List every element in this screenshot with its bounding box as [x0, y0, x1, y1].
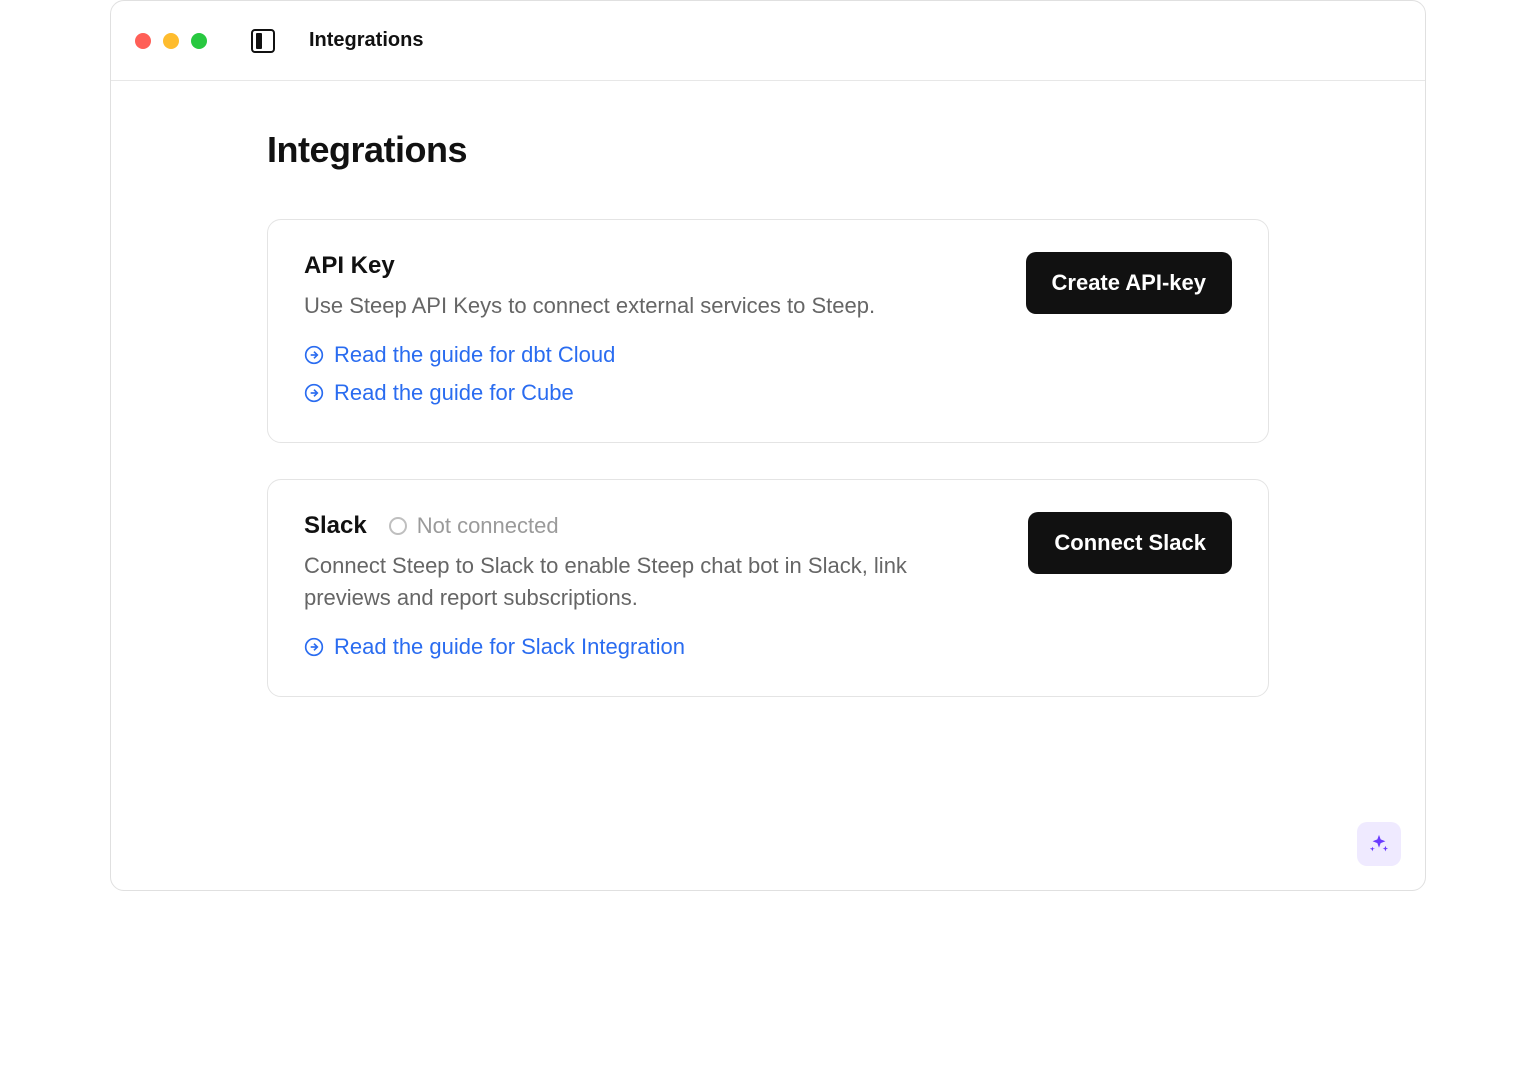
window-minimize-button[interactable] [163, 33, 179, 49]
slack-status-label: Not connected [417, 513, 559, 539]
card-body: Slack Not connected Connect Steep to Sla… [304, 512, 984, 660]
slack-guide-link[interactable]: Read the guide for Slack Integration [304, 634, 685, 660]
traffic-lights [135, 33, 207, 49]
api-key-card: API Key Use Steep API Keys to connect ex… [267, 219, 1269, 443]
link-label: Read the guide for dbt Cloud [334, 342, 615, 368]
window-zoom-button[interactable] [191, 33, 207, 49]
slack-title: Slack [304, 512, 367, 540]
api-key-title: API Key [304, 252, 395, 280]
page-title: Integrations [267, 129, 1269, 171]
titlebar: Integrations [111, 1, 1425, 81]
window-close-button[interactable] [135, 33, 151, 49]
arrow-right-circle-icon [304, 637, 324, 657]
dbt-cloud-guide-link[interactable]: Read the guide for dbt Cloud [304, 342, 615, 368]
connect-slack-button[interactable]: Connect Slack [1028, 512, 1232, 574]
card-header: API Key Use Steep API Keys to connect ex… [304, 252, 1232, 406]
card-header: Slack Not connected Connect Steep to Sla… [304, 512, 1232, 660]
status-dot-icon [389, 517, 407, 535]
sidebar-toggle-icon[interactable] [251, 29, 275, 53]
link-label: Read the guide for Cube [334, 380, 574, 406]
api-key-description: Use Steep API Keys to connect external s… [304, 290, 875, 322]
link-label: Read the guide for Slack Integration [334, 634, 685, 660]
create-api-key-button[interactable]: Create API-key [1026, 252, 1232, 314]
app-window: Integrations Integrations API Key Use St… [110, 0, 1426, 891]
slack-status: Not connected [389, 513, 559, 539]
cube-guide-link[interactable]: Read the guide for Cube [304, 380, 574, 406]
slack-card: Slack Not connected Connect Steep to Sla… [267, 479, 1269, 697]
ai-assistant-button[interactable] [1357, 822, 1401, 866]
api-key-links: Read the guide for dbt Cloud Read the gu… [304, 342, 875, 406]
slack-links: Read the guide for Slack Integration [304, 634, 984, 660]
arrow-right-circle-icon [304, 345, 324, 365]
slack-description: Connect Steep to Slack to enable Steep c… [304, 550, 984, 614]
arrow-right-circle-icon [304, 383, 324, 403]
card-body: API Key Use Steep API Keys to connect ex… [304, 252, 875, 406]
sparkle-icon [1368, 833, 1390, 855]
window-title: Integrations [309, 29, 423, 52]
integrations-page: Integrations API Key Use Steep API Keys … [111, 81, 1425, 697]
